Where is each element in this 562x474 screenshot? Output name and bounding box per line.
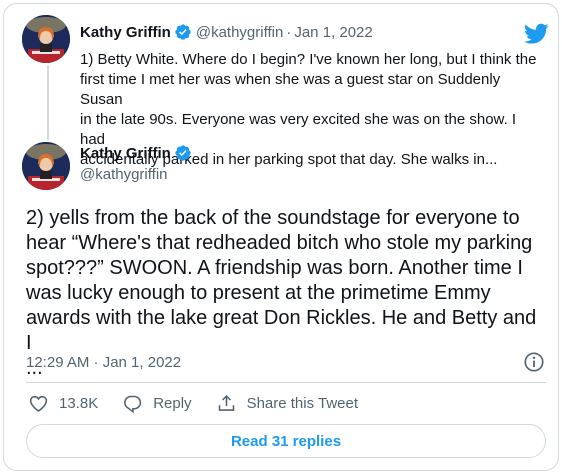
twitter-bird-icon[interactable] [524, 23, 549, 45]
author-handle[interactable]: @kathygriffin [196, 24, 284, 41]
reply-button[interactable]: Reply [122, 393, 192, 414]
like-count: 13.8K [59, 395, 99, 412]
divider [26, 382, 546, 383]
verified-badge-icon [175, 24, 191, 40]
verified-badge-icon [175, 145, 191, 161]
share-icon [218, 394, 234, 411]
main-text-line: hear “Where's that redheaded bitch who s… [26, 232, 533, 254]
avatar[interactable] [22, 15, 70, 63]
heart-icon [29, 395, 48, 412]
main-text-line: 2) yells from the back of the soundstage… [26, 207, 520, 229]
main-text-line: was lucky enough to present at the prime… [26, 282, 491, 304]
main-text-line: awards with the lake great Don Rickles. … [26, 307, 537, 354]
reply-icon [124, 395, 142, 414]
tweet-timestamp[interactable]: 12:29 AM · Jan 1, 2022 [26, 354, 181, 371]
share-button[interactable]: Share this Tweet [216, 393, 358, 414]
separator-dot: · [286, 23, 292, 41]
author-name[interactable]: Kathy Griffin [80, 145, 171, 162]
author-handle[interactable]: @kathygriffin [80, 166, 168, 183]
quoted-text-line: first time I met her was when she was a … [80, 71, 501, 108]
avatar[interactable] [22, 142, 70, 190]
main-tweet-header: Kathy Griffin [80, 144, 192, 162]
tweet-date[interactable]: Jan 1, 2022 [294, 24, 372, 41]
author-name[interactable]: Kathy Griffin [80, 24, 171, 41]
like-button[interactable]: 13.8K [28, 393, 98, 414]
read-replies-button[interactable]: Read 31 replies [26, 424, 546, 458]
thread-connector-line [47, 66, 49, 140]
main-text-line: spot???” SWOON. A friendship was born. A… [26, 257, 523, 279]
tweet-actions: 13.8K Reply Share this Tweet [28, 393, 382, 414]
share-label: Share this Tweet [246, 395, 359, 412]
info-icon[interactable] [523, 351, 545, 373]
quoted-tweet-header: Kathy Griffin @kathygriffin · Jan 1, 202… [80, 23, 373, 41]
tweet-embed-card: Kathy Griffin @kathygriffin · Jan 1, 202… [3, 3, 559, 471]
reply-label: Reply [153, 395, 192, 412]
quoted-text-line: 1) Betty White. Where do I begin? I've k… [80, 51, 537, 68]
